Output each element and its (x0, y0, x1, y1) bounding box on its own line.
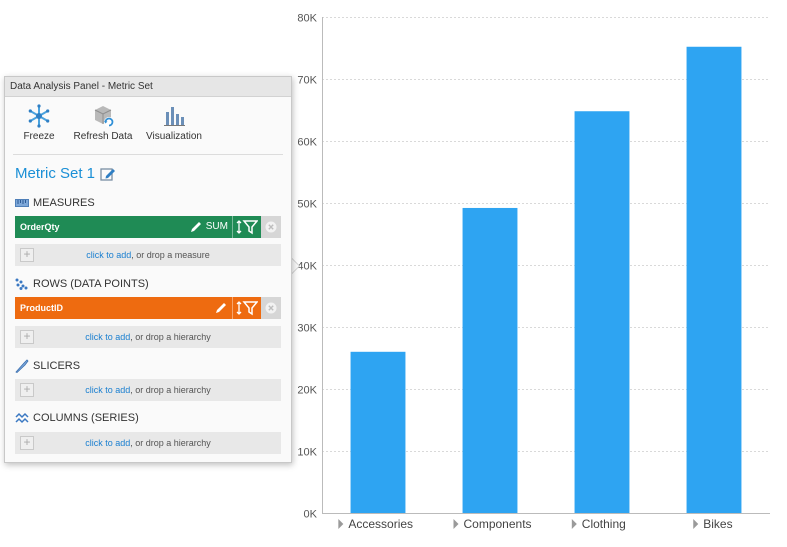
close-icon (265, 221, 277, 233)
slicers-drop-hint: , or drop a hierarchy (130, 385, 211, 395)
row-name: ProductID (20, 303, 64, 313)
x-tick-label: Accessories (348, 517, 413, 531)
refresh-data-button[interactable]: Refresh Data (70, 103, 136, 142)
columns-drop-zone[interactable]: + click to add, or drop a hierarchy (15, 432, 281, 454)
slicers-drop-text: click to add, or drop a hierarchy (15, 379, 281, 401)
snowflake-icon (28, 104, 50, 128)
panel-pointer (291, 258, 299, 274)
rows-drop-hint: , or drop a hierarchy (130, 332, 211, 342)
sort-filter-button[interactable] (233, 297, 261, 319)
data-points-icon (15, 278, 28, 290)
remove-row-button[interactable] (261, 297, 281, 319)
rows-add-link[interactable]: click to add (85, 332, 130, 342)
columns-drop-text: click to add, or drop a hierarchy (15, 432, 281, 454)
expand-arrow-icon (453, 519, 459, 529)
close-icon (265, 302, 277, 314)
aggregation-label[interactable]: SUM (206, 216, 228, 238)
y-tick-label: 10K (297, 447, 317, 459)
expand-arrow-icon (693, 519, 699, 529)
panel-title: Data Analysis Panel - Metric Set (5, 77, 291, 97)
chart-bars (350, 46, 742, 514)
x-tick-accessories[interactable]: Accessories (338, 517, 413, 531)
y-axis: 0K 10K 20K 30K 40K 50K 60K 70K 80K (297, 13, 323, 521)
sort-filter-button[interactable] (233, 216, 261, 238)
x-tick-bikes[interactable]: Bikes (693, 517, 733, 531)
knife-icon (15, 359, 29, 373)
visualization-button[interactable]: Visualization (143, 103, 205, 142)
freeze-label: Freeze (23, 131, 55, 142)
expand-arrow-icon (338, 519, 344, 529)
metric-set-name: Metric Set 1 (15, 165, 96, 182)
data-analysis-panel: Data Analysis Panel - Metric Set Freeze (4, 76, 292, 463)
series-icon (15, 412, 29, 424)
x-tick-clothing[interactable]: Clothing (571, 517, 626, 531)
measures-drop-hint: , or drop a measure (131, 250, 210, 260)
y-tick-label: 50K (297, 199, 317, 211)
bar-accessories (350, 351, 406, 513)
y-tick-label: 80K (297, 13, 317, 25)
x-tick-label: Components (464, 517, 532, 531)
y-tick-label: 30K (297, 323, 317, 335)
columns-drop-hint: , or drop a hierarchy (130, 438, 211, 448)
ruler-icon (15, 199, 29, 207)
rows-drop-zone[interactable]: + click to add, or drop a hierarchy (15, 326, 281, 348)
columns-add-link[interactable]: click to add (85, 438, 130, 448)
measure-name: OrderQty (20, 222, 60, 232)
slicers-section-label: SLICERS (15, 359, 80, 373)
bar-chart-icon (164, 107, 185, 126)
slicers-drop-zone[interactable]: + click to add, or drop a hierarchy (15, 379, 281, 401)
sort-filter-icon (236, 301, 258, 316)
measures-drop-zone[interactable]: + click to add, or drop a measure (15, 244, 281, 266)
pencil-icon[interactable] (214, 301, 228, 315)
rows-section-label: ROWS (DATA POINTS) (15, 278, 149, 290)
panel-toolbar: Freeze Refresh Data Visualization (13, 97, 283, 155)
row-pill-productid[interactable]: ProductID (15, 297, 261, 319)
freeze-button[interactable]: Freeze (19, 103, 59, 142)
sort-filter-icon (236, 220, 258, 235)
y-tick-label: 40K (297, 261, 317, 273)
x-tick-components[interactable]: Components (453, 517, 532, 531)
measures-label: MEASURES (33, 197, 95, 209)
bar-components (462, 207, 518, 513)
expand-arrow-icon (571, 519, 577, 529)
columns-section-label: COLUMNS (SERIES) (15, 412, 139, 424)
x-tick-label: Bikes (703, 517, 732, 531)
bar-bikes (686, 46, 742, 513)
measures-drop-text: click to add, or drop a measure (15, 244, 281, 266)
measures-add-link[interactable]: click to add (86, 250, 131, 260)
measures-section-label: MEASURES (15, 197, 95, 209)
y-tick-label: 0K (304, 509, 318, 521)
x-tick-label: Clothing (582, 517, 626, 531)
refresh-data-icon (94, 106, 114, 127)
y-tick-label: 60K (297, 137, 317, 149)
measure-pill-orderqty[interactable]: OrderQty SUM (15, 216, 261, 238)
remove-measure-button[interactable] (261, 216, 281, 238)
columns-label: COLUMNS (SERIES) (33, 412, 139, 424)
metric-set-title: Metric Set 1 (15, 165, 116, 182)
slicers-label: SLICERS (33, 360, 81, 372)
rows-drop-text: click to add, or drop a hierarchy (15, 326, 281, 348)
refresh-data-label: Refresh Data (73, 131, 133, 142)
pencil-icon[interactable] (189, 220, 203, 234)
y-tick-label: 70K (297, 75, 317, 87)
edit-metric-set-icon[interactable] (100, 166, 116, 182)
bar-clothing (574, 111, 630, 514)
rows-label: ROWS (DATA POINTS) (33, 278, 149, 290)
slicers-add-link[interactable]: click to add (85, 385, 130, 395)
y-tick-label: 20K (297, 385, 317, 397)
visualization-label: Visualization (146, 131, 202, 142)
x-axis: Accessories Components Clothing Bikes (322, 513, 770, 531)
